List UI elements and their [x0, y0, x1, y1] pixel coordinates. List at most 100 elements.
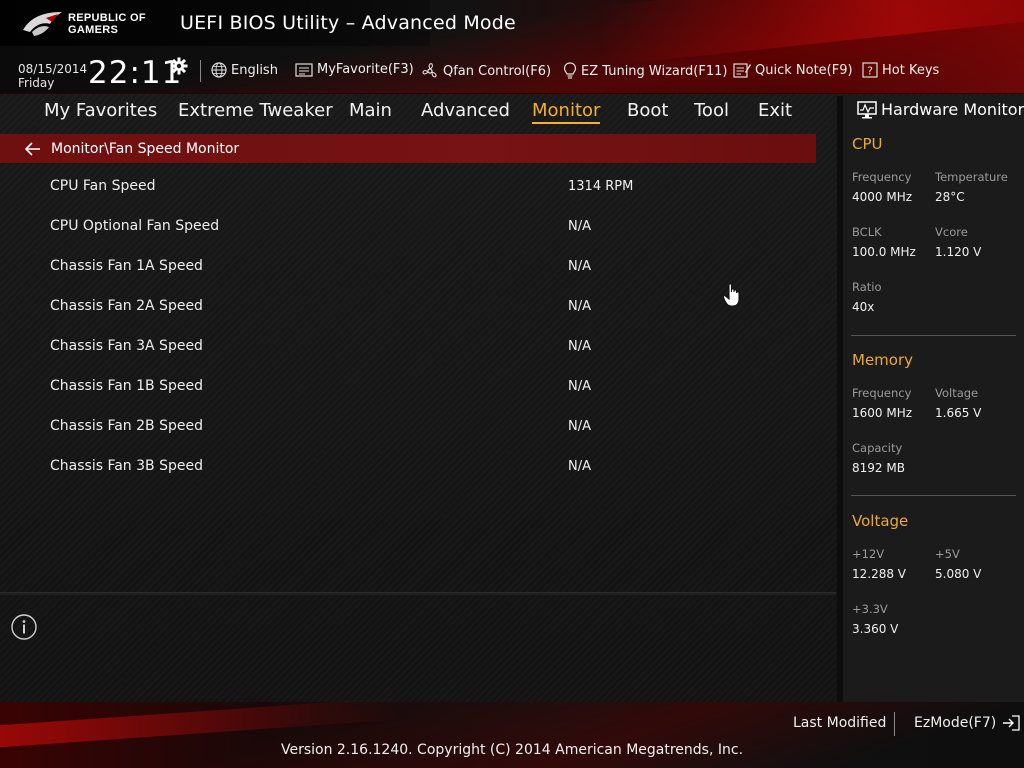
item-value: N/A: [568, 379, 591, 394]
hand-cursor-icon: [722, 283, 740, 307]
cpu-separator: [851, 335, 1016, 336]
v33-label: +3.3V: [852, 602, 888, 616]
list-item[interactable]: Chassis Fan 3A Speed N/A: [0, 336, 816, 366]
item-value: N/A: [568, 339, 591, 354]
item-label: CPU Optional Fan Speed: [50, 218, 220, 234]
vcore-label: Vcore: [935, 225, 968, 239]
item-label: Chassis Fan 2A Speed: [50, 298, 203, 314]
bclk-label: BCLK: [852, 225, 882, 239]
gear-icon[interactable]: [170, 57, 188, 75]
help-icon: ?: [862, 62, 878, 78]
item-label: CPU Fan Speed: [50, 178, 156, 194]
memory-frequency-label: Frequency: [852, 386, 912, 400]
item-label: Chassis Fan 3B Speed: [50, 458, 203, 474]
list-item[interactable]: Chassis Fan 1A Speed N/A: [0, 256, 816, 286]
item-label: Chassis Fan 1B Speed: [50, 378, 203, 394]
breadcrumb: Monitor\Fan Speed Monitor: [0, 134, 816, 163]
qfan-label: Qfan Control(F6): [443, 63, 552, 79]
memory-frequency-value: 1600 MHz: [852, 406, 913, 420]
hardware-monitor-label: Hardware Monitor: [881, 100, 1024, 119]
footer-bar: Last Modified EzMode(F7) Version 2.16.12…: [0, 697, 1024, 768]
list-item[interactable]: CPU Fan Speed 1314 RPM: [0, 176, 816, 206]
logo-line1: REPUBLIC OF: [68, 12, 146, 24]
capacity-label: Capacity: [852, 441, 903, 455]
memory-separator: [851, 495, 1016, 496]
fan-icon: [422, 63, 437, 78]
tab-advanced[interactable]: Advanced: [421, 100, 510, 121]
memory-heading: Memory: [852, 351, 914, 369]
note-icon: [733, 63, 751, 78]
logo-line2: GAMERS: [68, 24, 119, 36]
item-label: Chassis Fan 3A Speed: [50, 338, 203, 354]
hot-keys-button[interactable]: ? Hot Keys: [862, 62, 939, 78]
item-value: 1314 RPM: [568, 179, 634, 194]
rog-eye-icon: [23, 12, 62, 36]
item-value: N/A: [568, 259, 591, 274]
language-button[interactable]: English: [211, 62, 278, 78]
quick-note-label: Quick Note(F9): [755, 62, 853, 78]
tab-tool[interactable]: Tool: [694, 100, 729, 121]
cpu-frequency-label: Frequency: [852, 170, 912, 184]
info-icon: [11, 614, 37, 640]
memory-voltage-label: Voltage: [935, 386, 979, 400]
hardware-monitor-panel: Hardware Monitor CPU Frequency Temperatu…: [837, 96, 1024, 702]
help-divider: [0, 592, 836, 595]
logo-text: REPUBLIC OF GAMERS: [68, 12, 146, 36]
ezmode-button[interactable]: EzMode(F7): [914, 715, 1020, 731]
date-display: 08/15/2014 Friday: [18, 62, 87, 90]
exit-arrow-icon: [1003, 715, 1020, 731]
list-item[interactable]: CPU Optional Fan Speed N/A: [0, 216, 816, 246]
capacity-value: 8192 MB: [852, 461, 905, 475]
tab-exit[interactable]: Exit: [758, 100, 792, 121]
ezmode-label: EzMode(F7): [914, 715, 997, 731]
item-value: N/A: [568, 219, 591, 234]
breadcrumb-path: Monitor\Fan Speed Monitor: [51, 140, 240, 157]
back-arrow-icon[interactable]: [25, 141, 41, 156]
cpu-frequency-value: 4000 MHz: [852, 190, 913, 204]
ratio-label: Ratio: [852, 280, 882, 294]
lightbulb-icon: [563, 62, 577, 79]
last-modified-button[interactable]: Last Modified: [793, 715, 886, 731]
clock: 22:11: [88, 55, 183, 91]
list-item[interactable]: Chassis Fan 2A Speed N/A: [0, 296, 816, 326]
list-item[interactable]: Chassis Fan 1B Speed N/A: [0, 376, 816, 406]
header-bar: REPUBLIC OF GAMERS UEFI BIOS Utility – A…: [0, 0, 1024, 94]
footer-separator: [894, 712, 895, 736]
quick-note-button[interactable]: Quick Note(F9): [733, 62, 853, 78]
ratio-value: 40x: [852, 300, 875, 314]
myfavorite-button[interactable]: MyFavorite(F3): [295, 62, 414, 77]
hardware-monitor-title: Hardware Monitor: [857, 100, 1024, 119]
hot-keys-label: Hot Keys: [882, 62, 940, 78]
tab-main[interactable]: Main: [349, 100, 392, 121]
date-text: 08/15/2014: [18, 62, 88, 76]
v5-value: 5.080 V: [935, 567, 982, 581]
item-value: N/A: [568, 459, 591, 474]
ez-tuning-button[interactable]: EZ Tuning Wizard(F11): [563, 62, 727, 80]
monitor-icon: [857, 100, 877, 118]
v5-label: +5V: [935, 547, 960, 561]
myfavorite-label: MyFavorite(F3): [317, 62, 414, 77]
favorite-list-icon: [295, 62, 313, 77]
tab-extreme-tweaker[interactable]: Extreme Tweaker: [178, 100, 333, 121]
toolbar-separator: [200, 60, 201, 82]
list-item[interactable]: Chassis Fan 3B Speed N/A: [0, 456, 816, 486]
header-decor-streak: [600, 0, 1024, 67]
item-label: Chassis Fan 1A Speed: [50, 258, 203, 274]
language-label: English: [231, 62, 278, 78]
tab-boot[interactable]: Boot: [627, 100, 668, 121]
cpu-heading: CPU: [852, 135, 883, 153]
footer-decor-streak: [0, 697, 400, 749]
v12-label: +12V: [852, 547, 885, 561]
rog-logo: REPUBLIC OF GAMERS: [22, 8, 167, 40]
tab-my-favorites[interactable]: My Favorites: [44, 100, 157, 121]
tab-monitor[interactable]: Monitor: [532, 100, 601, 124]
globe-icon: [211, 62, 227, 78]
cpu-temperature-value: 28°C: [935, 190, 965, 204]
app-title: UEFI BIOS Utility – Advanced Mode: [180, 12, 516, 34]
ez-tuning-label: EZ Tuning Wizard(F11): [581, 63, 728, 79]
vcore-value: 1.120 V: [935, 245, 982, 259]
qfan-button[interactable]: Qfan Control(F6): [421, 62, 551, 80]
svg-text:?: ?: [867, 65, 873, 78]
list-item[interactable]: Chassis Fan 2B Speed N/A: [0, 416, 816, 446]
item-label: Chassis Fan 2B Speed: [50, 418, 203, 434]
